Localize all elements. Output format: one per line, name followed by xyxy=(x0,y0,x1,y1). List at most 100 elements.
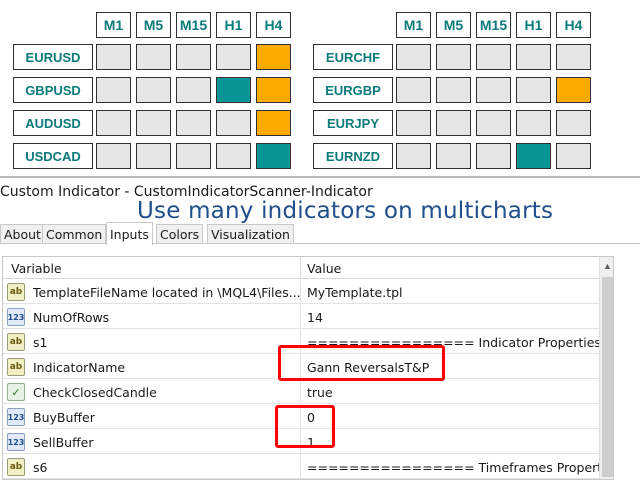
signal-cell-eurusd-m5[interactable] xyxy=(136,44,171,70)
scroll-up-icon[interactable]: ▲ xyxy=(603,261,612,271)
signal-cell-usdcad-m5[interactable] xyxy=(136,143,171,169)
signal-cell-eurgbp-m5[interactable] xyxy=(436,77,471,103)
cell-divider xyxy=(300,330,301,354)
parameter-value[interactable]: true xyxy=(307,385,333,400)
signal-cell-usdcad-m1[interactable] xyxy=(96,143,131,169)
signal-cell-eurnzd-m5[interactable] xyxy=(436,143,471,169)
number-type-icon: 123 xyxy=(7,433,25,451)
parameter-value[interactable]: ================ Timeframes Properties =… xyxy=(307,460,613,475)
signal-cell-eurnzd-h1[interactable] xyxy=(516,143,551,169)
signal-cell-eurgbp-h1[interactable] xyxy=(516,77,551,103)
symbol-button-eurnzd[interactable]: EURNZD xyxy=(313,143,393,169)
vertical-scrollbar[interactable]: ▲ xyxy=(599,257,613,479)
signal-cell-eurusd-m15[interactable] xyxy=(176,44,211,70)
signal-cell-usdcad-h4[interactable] xyxy=(256,143,291,169)
parameter-name: TemplateFileName located in \MQL4\Files.… xyxy=(33,285,301,300)
timeframe-header-h4: H4 xyxy=(556,12,591,38)
signal-cell-eurchf-h1[interactable] xyxy=(516,44,551,70)
symbol-button-usdcad[interactable]: USDCAD xyxy=(13,143,93,169)
signal-cell-eurchf-m5[interactable] xyxy=(436,44,471,70)
signal-cell-eurjpy-h1[interactable] xyxy=(516,110,551,136)
cell-divider xyxy=(300,405,301,429)
parameter-row[interactable]: 123 NumOfRows 14 xyxy=(3,305,599,329)
parameter-row[interactable]: ab s6 ================ Timeframes Properti… xyxy=(3,455,613,479)
symbol-button-gbpusd[interactable]: GBPUSD xyxy=(13,77,93,103)
signal-cell-gbpusd-m1[interactable] xyxy=(96,77,131,103)
signal-cell-eurjpy-m15[interactable] xyxy=(476,110,511,136)
signal-cell-eurusd-h4[interactable] xyxy=(256,44,291,70)
signal-cell-eurjpy-m1[interactable] xyxy=(396,110,431,136)
tab-bar: About Common Inputs Colors Visualization xyxy=(0,222,640,245)
table-header: Variable Value xyxy=(3,257,599,279)
parameter-row[interactable]: ab IndicatorName Gann ReversalsT&P xyxy=(3,355,599,379)
timeframe-header-m5: M5 xyxy=(436,12,471,38)
parameter-value[interactable]: 1 xyxy=(307,435,315,450)
signal-cell-gbpusd-m5[interactable] xyxy=(136,77,171,103)
signal-cell-eurgbp-h4[interactable] xyxy=(556,77,591,103)
signal-cell-eurchf-h4[interactable] xyxy=(556,44,591,70)
timeframe-header-m15: M15 xyxy=(476,12,511,38)
signal-cell-audusd-m15[interactable] xyxy=(176,110,211,136)
signal-cell-eurusd-m1[interactable] xyxy=(96,44,131,70)
column-header-variable[interactable]: Variable xyxy=(11,261,62,276)
parameter-row[interactable]: 123 BuyBuffer 0 xyxy=(3,405,599,429)
signal-cell-usdcad-m15[interactable] xyxy=(176,143,211,169)
parameter-name: SellBuffer xyxy=(33,435,94,450)
symbol-button-eurchf[interactable]: EURCHF xyxy=(313,44,393,70)
cell-divider xyxy=(300,455,301,479)
signal-cell-gbpusd-h4[interactable] xyxy=(256,77,291,103)
tab-visualization[interactable]: Visualization xyxy=(207,224,294,244)
tab-inputs[interactable]: Inputs xyxy=(106,222,153,245)
tab-about[interactable]: About xyxy=(0,224,45,244)
timeframe-header-m15: M15 xyxy=(176,12,211,38)
string-type-icon: ab xyxy=(7,358,25,376)
parameter-row[interactable]: ab s1 ================ Indicator Propertie… xyxy=(3,330,613,354)
parameter-value[interactable]: ================ Indicator Properties ==… xyxy=(307,335,613,350)
signal-cell-eurnzd-m15[interactable] xyxy=(476,143,511,169)
symbol-button-eurgbp[interactable]: EURGBP xyxy=(313,77,393,103)
signal-cell-eurjpy-m5[interactable] xyxy=(436,110,471,136)
cell-divider xyxy=(300,280,301,304)
timeframe-header-h1: H1 xyxy=(516,12,551,38)
tab-colors[interactable]: Colors xyxy=(156,224,204,244)
overlay-caption: Use many indicators on multicharts xyxy=(137,198,554,224)
signal-cell-eurgbp-m1[interactable] xyxy=(396,77,431,103)
symbol-button-eurusd[interactable]: EURUSD xyxy=(13,44,93,70)
parameter-value[interactable]: Gann ReversalsT&P xyxy=(307,360,429,375)
signal-cell-eurusd-h1[interactable] xyxy=(216,44,251,70)
signal-cell-eurchf-m1[interactable] xyxy=(396,44,431,70)
parameter-value[interactable]: MyTemplate.tpl xyxy=(307,285,403,300)
timeframe-header-m1: M1 xyxy=(396,12,431,38)
signal-cell-eurgbp-m15[interactable] xyxy=(476,77,511,103)
signal-cell-audusd-h1[interactable] xyxy=(216,110,251,136)
parameter-value[interactable]: 14 xyxy=(307,310,323,325)
signal-cell-gbpusd-m15[interactable] xyxy=(176,77,211,103)
cell-divider xyxy=(300,380,301,404)
signal-cell-eurchf-m15[interactable] xyxy=(476,44,511,70)
parameter-value[interactable]: 0 xyxy=(307,410,315,425)
number-type-icon: 123 xyxy=(7,308,25,326)
custom-indicator-dialog: Custom Indicator - CustomIndicatorScanne… xyxy=(0,178,640,480)
column-divider[interactable] xyxy=(300,257,301,279)
parameter-row[interactable]: ab TemplateFileName located in \MQL4\File… xyxy=(3,280,599,304)
signal-cell-audusd-m5[interactable] xyxy=(136,110,171,136)
tab-common[interactable]: Common xyxy=(42,224,107,244)
signal-cell-gbpusd-h1[interactable] xyxy=(216,77,251,103)
string-type-icon: ab xyxy=(7,458,25,476)
cell-divider xyxy=(300,355,301,379)
parameter-name: IndicatorName xyxy=(33,360,126,375)
signal-cell-audusd-m1[interactable] xyxy=(96,110,131,136)
column-header-value[interactable]: Value xyxy=(307,261,341,276)
parameter-row[interactable]: 123 SellBuffer 1 xyxy=(3,430,599,454)
signal-cell-audusd-h4[interactable] xyxy=(256,110,291,136)
symbol-button-audusd[interactable]: AUDUSD xyxy=(13,110,93,136)
symbol-button-eurjpy[interactable]: EURJPY xyxy=(313,110,393,136)
signal-cell-eurjpy-h4[interactable] xyxy=(556,110,591,136)
scrollbar-thumb[interactable] xyxy=(602,277,613,477)
signal-cell-usdcad-h1[interactable] xyxy=(216,143,251,169)
signal-cell-eurnzd-m1[interactable] xyxy=(396,143,431,169)
signal-cell-eurnzd-h4[interactable] xyxy=(556,143,591,169)
parameter-row[interactable]: ✓ CheckClosedCandle true xyxy=(3,380,599,404)
timeframe-header-h1: H1 xyxy=(216,12,251,38)
string-type-icon: ab xyxy=(7,283,25,301)
